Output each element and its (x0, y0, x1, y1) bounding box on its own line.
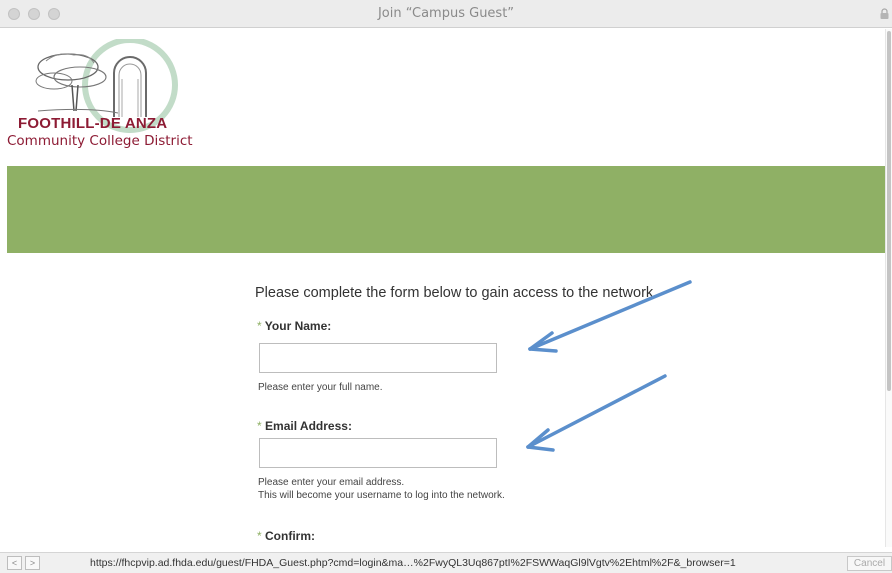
window-title: Join “Campus Guest” (377, 6, 515, 21)
chevron-left-icon: < (11, 558, 18, 568)
required-mark: * (257, 529, 262, 543)
vertical-scrollbar[interactable] (885, 29, 892, 547)
scrollbar-thumb[interactable] (887, 31, 891, 391)
cancel-button[interactable]: Cancel (847, 556, 892, 571)
name-label: * Your Name: (257, 319, 331, 333)
chevron-right-icon: > (29, 558, 36, 568)
status-url: https://fhcpvip.ad.fhda.edu/guest/FHDA_G… (90, 557, 736, 569)
logo-title: FOOTHILL-DE ANZA (18, 115, 168, 132)
email-help-text-1: Please enter your email address. (258, 477, 405, 488)
form-intro: Please complete the form below to gain a… (255, 285, 658, 301)
header-banner (7, 166, 885, 253)
status-bar: < > https://fhcpvip.ad.fhda.edu/guest/FH… (0, 552, 892, 573)
required-mark: * (257, 419, 262, 433)
email-help-text-2: This will become your username to log in… (258, 490, 505, 501)
window-titlebar: Join “Campus Guest” (0, 0, 892, 28)
full-name-input[interactable] (259, 343, 497, 373)
name-label-text: Your Name: (264, 319, 332, 333)
confirm-label: * Confirm: (257, 529, 315, 543)
email-address-input[interactable] (259, 438, 497, 468)
email-label: * Email Address: (257, 419, 352, 433)
lock-icon (880, 8, 889, 19)
forward-button[interactable]: > (25, 556, 40, 570)
name-help-text: Please enter your full name. (258, 382, 383, 393)
required-mark: * (257, 319, 262, 333)
logo-subtitle: Community College District (7, 133, 193, 149)
confirm-label-text: Confirm: (265, 529, 316, 543)
back-button[interactable]: < (7, 556, 22, 570)
email-label-text: Email Address: (265, 419, 352, 433)
